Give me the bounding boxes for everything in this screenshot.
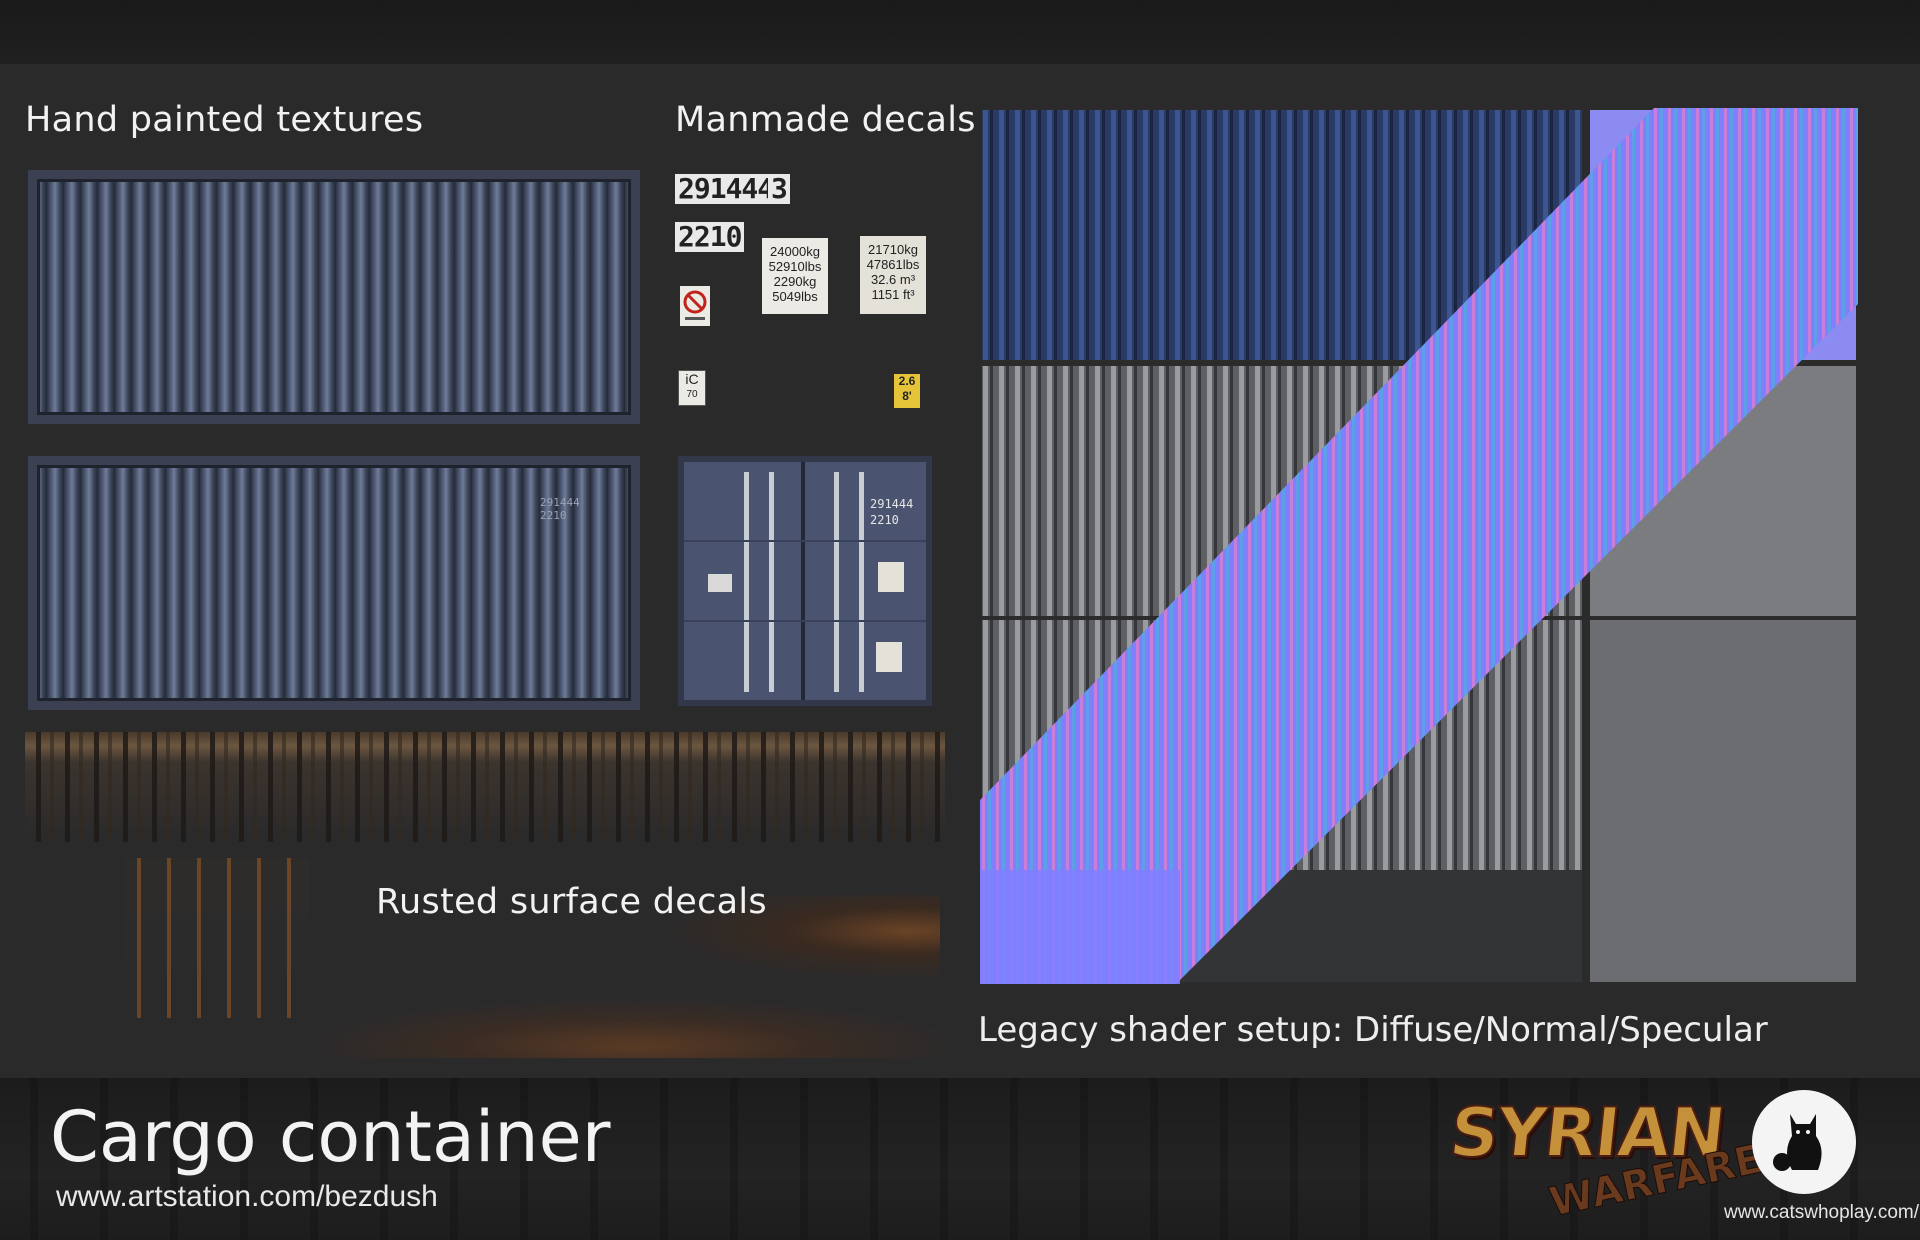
artstation-link[interactable]: www.artstation.com/bezdush [56, 1180, 438, 1214]
container-frame-1 [28, 170, 640, 424]
top-bar [0, 0, 1920, 64]
decal-weights-a: 24000kg 52910lbs 2290kg 5049lbs [762, 238, 828, 314]
publisher-link[interactable]: www.catswhoplay.com/ [1724, 1202, 1919, 1224]
container-frame-2 [28, 456, 640, 710]
no-fire-icon [680, 286, 710, 326]
decal-weights-b: 21710kg 47861lbs 32.6 m³ 1151 ft³ [860, 236, 926, 314]
decal-serial-number: 291444 [675, 174, 777, 204]
heading-manmade-decals: Manmade decals [675, 100, 976, 140]
heading-rusted-decals: Rusted surface decals [376, 882, 767, 922]
texture-maps-svg [980, 108, 1858, 984]
decal-ic-plate: iC 70 [678, 370, 706, 406]
cat-logo-icon [1752, 1090, 1856, 1194]
rust-drip-patch [125, 858, 310, 1018]
rust-cracks-patch [320, 1000, 950, 1058]
decal-check-digit: 3 [768, 174, 790, 204]
heading-shader-setup: Legacy shader setup: Diffuse/Normal/Spec… [978, 1010, 1768, 1050]
texture-maps-preview [980, 108, 1858, 984]
decal-height-warning: 2.6 8' [894, 374, 920, 408]
rust-drip-strip [25, 732, 945, 842]
container-side-serial: 291444 2210 [540, 496, 580, 522]
heading-hand-painted: Hand painted textures [25, 100, 424, 140]
container-doors-texture: 291444 2210 [678, 456, 932, 706]
page-title: Cargo container [50, 1096, 611, 1178]
decal-type-code: 2210 [675, 222, 745, 252]
